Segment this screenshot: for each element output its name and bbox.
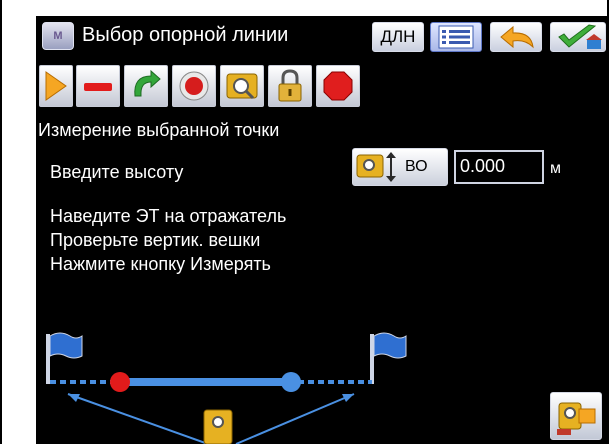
page-title: Выбор опорной линии — [82, 24, 289, 46]
undo-arrow-icon — [500, 25, 534, 49]
section-title: Измерение выбранной точки — [38, 120, 280, 140]
height-mode-button[interactable]: ВО — [352, 148, 448, 186]
list-button[interactable] — [430, 22, 482, 52]
lock-icon — [278, 69, 302, 102]
window-frame: M Выбор опорной линии ДЛН Измерение выбр… — [0, 0, 609, 444]
instruction-line: Нажмите кнопку Измерять — [50, 254, 271, 274]
undo-button[interactable] — [490, 22, 542, 52]
instruction-line: Проверьте вертик. вешки — [50, 230, 261, 250]
total-station-icon — [203, 409, 233, 444]
height-label: Введите высоту — [50, 162, 184, 182]
total-station-search-icon — [226, 73, 258, 100]
selected-point-marker — [110, 372, 130, 392]
stop-record-icon — [84, 83, 112, 91]
rotate-arrow-icon — [134, 69, 161, 97]
accept-button[interactable] — [550, 22, 606, 52]
height-unit: м — [550, 160, 561, 177]
rotate-button[interactable] — [124, 65, 168, 107]
instrument-height-icon — [356, 152, 396, 182]
menu-button[interactable]: M — [42, 22, 74, 50]
instruction-line: Наведите ЭТ на отражатель — [50, 206, 287, 226]
lock-button[interactable] — [268, 65, 312, 107]
stop-record-button[interactable] — [76, 65, 120, 107]
height-mode-label: ВО — [405, 158, 428, 175]
red-hexagon-icon — [323, 71, 353, 101]
second-point-marker — [281, 372, 301, 392]
play-triangle-icon — [45, 71, 67, 101]
play-button[interactable] — [39, 65, 73, 107]
tool-bar — [36, 62, 609, 110]
accept-check-icon — [558, 24, 602, 49]
measure-button[interactable] — [550, 392, 602, 440]
left-flag-icon — [46, 332, 83, 384]
baseline-diagram — [46, 332, 407, 444]
measure-station-icon — [557, 402, 596, 435]
right-flag-icon — [370, 332, 407, 384]
app-screen: M Выбор опорной линии ДЛН Измерение выбр… — [36, 16, 609, 444]
list-icon — [438, 25, 474, 49]
title-bar: M Выбор опорной линии ДЛН — [36, 16, 609, 56]
record-button[interactable] — [172, 65, 216, 107]
height-input[interactable]: 0.000 — [454, 150, 544, 184]
dln-button[interactable]: ДЛН — [372, 22, 424, 52]
stop-hexagon-button[interactable] — [316, 65, 360, 107]
station-search-button[interactable] — [220, 65, 264, 107]
record-circle-icon — [179, 71, 209, 101]
